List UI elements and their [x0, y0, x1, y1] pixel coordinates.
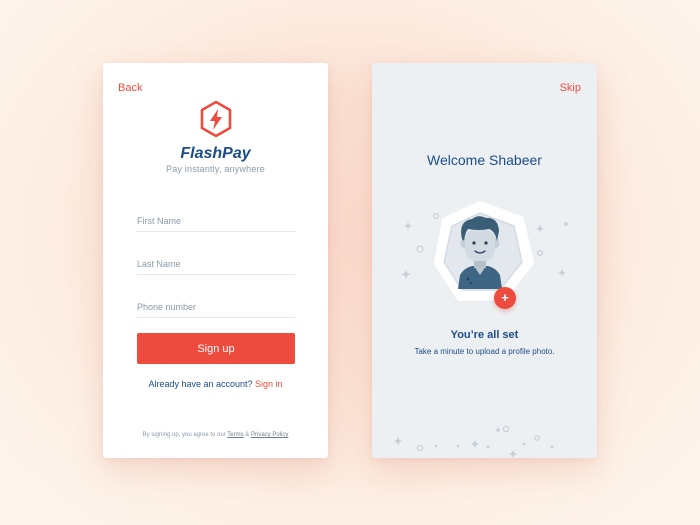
- terms-prefix: By signing up, you agree to our: [142, 432, 226, 438]
- first-name-input[interactable]: [137, 216, 295, 226]
- brand-tagline: Pay instantly, anywhere: [166, 164, 265, 174]
- avatar-frame: [434, 201, 534, 301]
- back-link[interactable]: Back: [118, 82, 142, 94]
- privacy-policy-link[interactable]: Privacy Policy: [251, 432, 288, 438]
- signup-card: Back FlashPay Pay instantly, anywhere Si…: [103, 63, 328, 458]
- skip-link[interactable]: Skip: [560, 82, 581, 94]
- signin-link[interactable]: Sign in: [255, 379, 283, 389]
- flashpay-logo-icon: [200, 100, 232, 138]
- upload-photo-hint: Take a minute to upload a profile photo.: [414, 347, 555, 356]
- terms-and: &: [245, 432, 250, 438]
- phone-number-field[interactable]: [137, 297, 295, 318]
- add-photo-button[interactable]: +: [494, 287, 516, 309]
- have-account-text: Already have an account?: [148, 379, 253, 389]
- avatar-illustration: [393, 201, 569, 458]
- terms-link[interactable]: Terms: [227, 432, 243, 438]
- welcome-card: Skip Welcome Shabeer + You’re all set Ta…: [372, 63, 597, 458]
- terms-notice: By signing up, you agree to our Terms & …: [103, 432, 328, 438]
- last-name-input[interactable]: [137, 259, 295, 269]
- brand-name: FlashPay: [180, 145, 251, 162]
- welcome-title: Welcome Shabeer: [427, 152, 542, 168]
- phone-number-input[interactable]: [137, 302, 295, 312]
- plus-icon: +: [501, 290, 509, 305]
- signin-prompt: Already have an account? Sign in: [103, 379, 328, 389]
- first-name-field[interactable]: [137, 211, 295, 232]
- signup-button[interactable]: Sign up: [137, 333, 295, 364]
- all-set-title: You’re all set: [450, 329, 519, 341]
- last-name-field[interactable]: [137, 254, 295, 275]
- person-icon: [458, 216, 502, 289]
